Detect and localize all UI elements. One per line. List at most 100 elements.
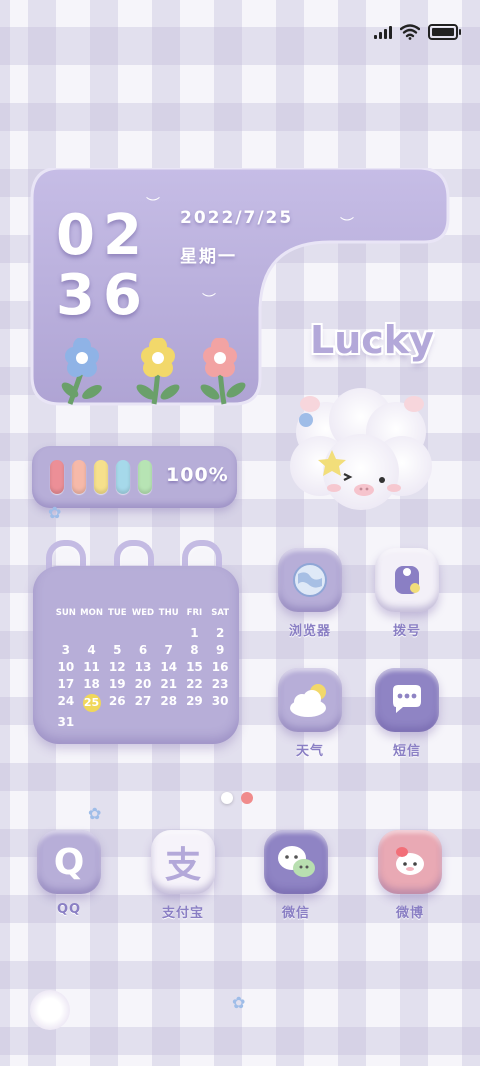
- calendar-weekday: FRI: [186, 608, 203, 618]
- phone-icon: [375, 548, 439, 612]
- calendar-day[interactable]: 22: [182, 677, 208, 691]
- calendar-day-grid: 1 2 3 4 5 6 7 8 9 10 11 12 13 14 15 16 17 18 19 20 21 22 23 24 2…: [53, 626, 233, 729]
- calendar-day[interactable]: 9: [207, 643, 233, 657]
- calendar-day[interactable]: 7: [156, 643, 182, 657]
- calendar-day[interactable]: 12: [104, 660, 130, 674]
- calendar-day[interactable]: 13: [130, 660, 156, 674]
- calendar-day: [182, 715, 208, 729]
- app-qq[interactable]: Q QQ: [24, 830, 114, 917]
- calendar-day[interactable]: 30: [207, 694, 233, 712]
- alipay-glyph: 支: [164, 845, 201, 886]
- clock-hours: 02: [56, 203, 150, 268]
- weather-cloud-icon: [278, 668, 342, 732]
- battery-bar: [50, 460, 64, 494]
- calendar-day[interactable]: 5: [104, 643, 130, 657]
- battery-bar: [138, 460, 152, 494]
- battery-percent: 100%: [166, 464, 229, 486]
- calendar-day[interactable]: 1: [182, 626, 208, 640]
- flowers-decoration: [61, 338, 246, 405]
- message-bubble-icon: [375, 668, 439, 732]
- battery-bar: [72, 460, 86, 494]
- page-dot[interactable]: [221, 792, 233, 804]
- calendar-day[interactable]: 21: [156, 677, 182, 691]
- page-dot-active[interactable]: [241, 792, 253, 804]
- calendar-weekday-header: SUN MON TUE WED THU FRI SAT: [53, 608, 233, 618]
- calendar-day[interactable]: 4: [79, 643, 105, 657]
- battery-level-bars: [50, 460, 152, 494]
- calendar-day: [130, 715, 156, 729]
- calendar-day: [156, 715, 182, 729]
- app-label: 支付宝: [161, 906, 204, 921]
- app-label: QQ: [56, 902, 82, 917]
- wifi-icon: [400, 24, 420, 40]
- app-browser[interactable]: 浏览器: [265, 548, 355, 639]
- app-label: 浏览器: [288, 624, 331, 639]
- calendar-day[interactable]: 23: [207, 677, 233, 691]
- calendar-day-today[interactable]: 25: [82, 694, 101, 712]
- calendar-day[interactable]: 6: [130, 643, 156, 657]
- clock-weekday: 星期一: [180, 247, 237, 267]
- calendar-day[interactable]: 20: [130, 677, 156, 691]
- calendar-day[interactable]: 11: [79, 660, 105, 674]
- calendar-day[interactable]: 28: [156, 694, 182, 712]
- app-label: 微博: [395, 906, 424, 921]
- calendar-day: [104, 715, 130, 729]
- calendar-day: [53, 626, 79, 640]
- flower-icon: ✿: [88, 804, 102, 823]
- qq-icon: Q: [37, 830, 101, 894]
- flower-icon: ✿: [232, 993, 246, 1012]
- calendar-day[interactable]: 31: [53, 715, 79, 729]
- app-weather[interactable]: 天气: [265, 668, 355, 759]
- bird-icon: ︶: [146, 197, 160, 213]
- battery-bar: [116, 460, 130, 494]
- calendar-day[interactable]: 27: [130, 694, 156, 712]
- calendar-day[interactable]: 17: [53, 677, 79, 691]
- app-wechat[interactable]: 微信: [251, 830, 341, 921]
- app-weibo[interactable]: 微博: [365, 830, 455, 921]
- calendar-day[interactable]: 8: [182, 643, 208, 657]
- alipay-icon: 支: [151, 830, 215, 894]
- app-alipay[interactable]: 支 支付宝: [138, 830, 228, 921]
- app-label: 天气: [295, 744, 324, 759]
- calendar-day[interactable]: 16: [207, 660, 233, 674]
- page-indicator[interactable]: [221, 792, 253, 804]
- calendar-day[interactable]: 19: [104, 677, 130, 691]
- calendar-weekday: SAT: [211, 608, 230, 618]
- app-phone[interactable]: 拨号: [362, 548, 452, 639]
- calendar-day[interactable]: 18: [79, 677, 105, 691]
- battery-icon: [428, 24, 461, 40]
- calendar-widget[interactable]: SUN MON TUE WED THU FRI SAT 1 2 3 4 5 6 7 8 9 10 11 12 13 1…: [33, 566, 239, 744]
- calendar-day[interactable]: 10: [53, 660, 79, 674]
- app-label: 拨号: [392, 624, 421, 639]
- calendar-weekday: TUE: [108, 608, 127, 618]
- app-label: 微信: [281, 906, 310, 921]
- lucky-text: Lucky: [310, 318, 434, 362]
- browser-globe-icon: [278, 548, 342, 612]
- status-bar: [374, 18, 461, 46]
- calendar-weekday: MON: [80, 608, 103, 618]
- calendar-day: [79, 715, 105, 729]
- calendar-day[interactable]: 26: [104, 694, 130, 712]
- calendar-day: [104, 626, 130, 640]
- calendar-day[interactable]: 14: [156, 660, 182, 674]
- calendar-day: [130, 626, 156, 640]
- calendar-day: [207, 715, 233, 729]
- calendar-day[interactable]: 24: [53, 694, 79, 712]
- clock-date: 2022/7/25: [180, 208, 294, 228]
- app-label: 短信: [392, 744, 421, 759]
- calendar-day: [79, 626, 105, 640]
- calendar-weekday: SUN: [55, 608, 76, 618]
- battery-widget[interactable]: 100%: [32, 446, 237, 508]
- battery-bar: [94, 460, 108, 494]
- weibo-icon: [378, 830, 442, 894]
- wechat-icon: [264, 830, 328, 894]
- calendar-weekday: WED: [131, 608, 155, 618]
- bird-icon: ︶: [202, 293, 216, 309]
- calendar-day: [156, 626, 182, 640]
- calendar-day[interactable]: 3: [53, 643, 79, 657]
- sheep-sticker[interactable]: [286, 388, 436, 516]
- calendar-day[interactable]: 2: [207, 626, 233, 640]
- calendar-day[interactable]: 15: [182, 660, 208, 674]
- calendar-day[interactable]: 29: [182, 694, 208, 712]
- app-messages[interactable]: 短信: [362, 668, 452, 759]
